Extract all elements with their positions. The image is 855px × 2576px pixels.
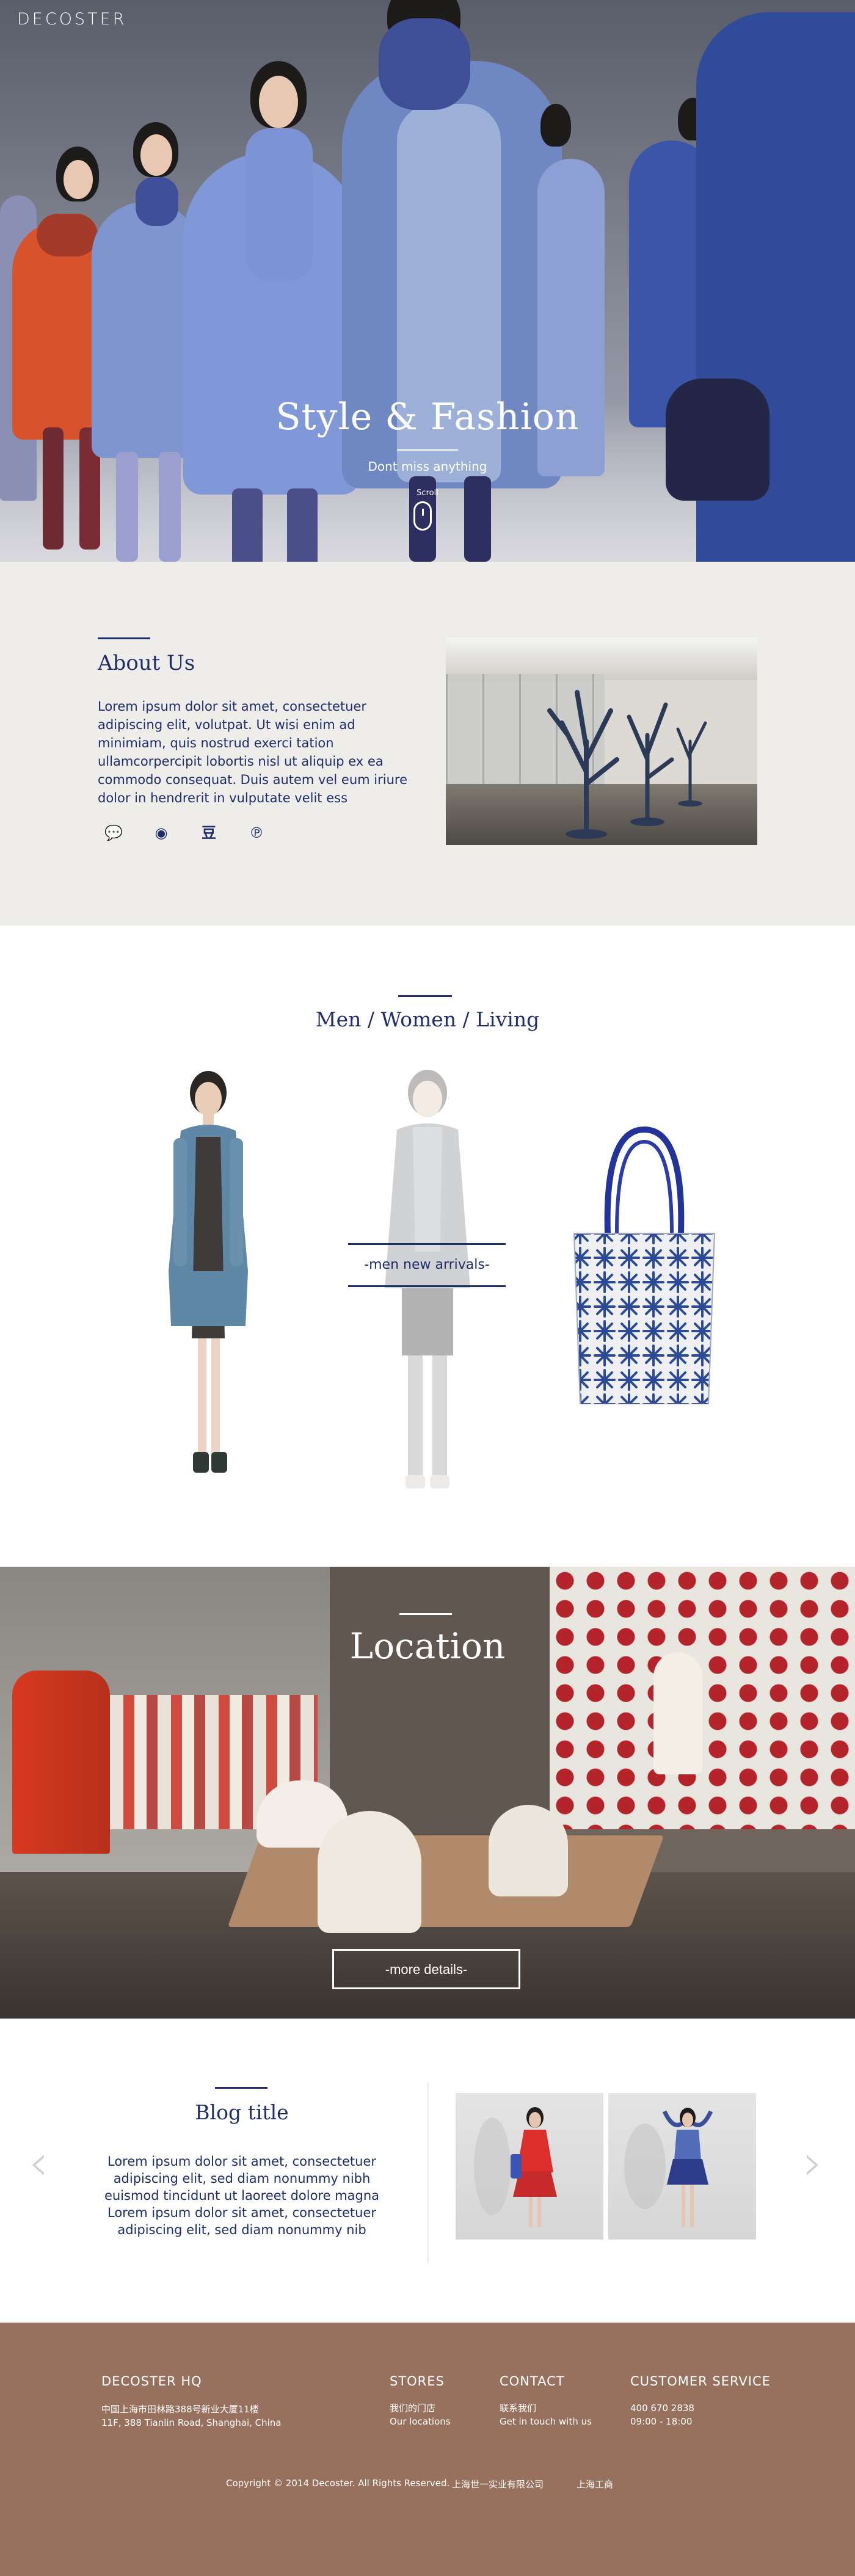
showroom-photo bbox=[446, 637, 757, 845]
blog-image[interactable] bbox=[456, 2093, 603, 2240]
model-scarf bbox=[136, 177, 178, 226]
about-title: About Us bbox=[98, 651, 195, 675]
model-scarf bbox=[246, 128, 313, 281]
mannequin bbox=[653, 1652, 702, 1774]
living-product[interactable] bbox=[568, 1123, 721, 1405]
model-leg bbox=[232, 488, 263, 562]
women-model-image bbox=[169, 1071, 248, 1473]
clothing-rack-left bbox=[12, 1671, 110, 1854]
footer-stores-title[interactable]: STORES bbox=[390, 2374, 445, 2389]
location-section: Location -more details- bbox=[0, 1567, 855, 2019]
polka-dot-wall bbox=[550, 1567, 855, 1829]
footer-stores-link-cn[interactable]: 我们的门店 bbox=[390, 2402, 435, 2415]
men-arrivals-label[interactable]: -men new arrivals- bbox=[348, 1243, 506, 1287]
hero-banner: DECOSTER Style & Fashion Dont miss anyth… bbox=[0, 0, 855, 562]
footer-service-phone: 400 670 2838 bbox=[630, 2403, 694, 2414]
chevron-left-icon[interactable]: ‹ bbox=[23, 2136, 54, 2191]
footer-copyright: Copyright © 2014 Decoster. All Rights Re… bbox=[226, 2478, 450, 2489]
site-footer: DECOSTER HQ 中国上海市田林路388号新业大厦11楼 11F, 388… bbox=[0, 2323, 855, 2576]
footer-stores-link-en[interactable]: Our locations bbox=[390, 2415, 451, 2428]
location-title: Location bbox=[349, 1625, 506, 1667]
model-face bbox=[64, 160, 93, 199]
footer-address-en: 11F, 388 Tianlin Road, Shanghai, China bbox=[101, 2417, 282, 2428]
model-face bbox=[259, 76, 298, 128]
footer-service-title: CUSTOMER SERVICE bbox=[630, 2374, 771, 2389]
footer-contact-link-cn[interactable]: 联系我们 bbox=[500, 2402, 536, 2415]
footer-icp-link[interactable]: 上海工商 bbox=[577, 2478, 613, 2491]
white-chair bbox=[318, 1811, 421, 1933]
blog-image[interactable] bbox=[608, 2093, 756, 2240]
white-chair bbox=[489, 1805, 568, 1896]
women-product[interactable] bbox=[144, 1070, 272, 1497]
blog-excerpt: Lorem ipsum dolor sit amet, consectetuer… bbox=[104, 2154, 380, 2237]
hero-subtitle: Dont miss anything bbox=[368, 459, 487, 474]
scroll-down-icon[interactable] bbox=[413, 501, 432, 531]
location-divider bbox=[399, 1613, 452, 1615]
model-scarf bbox=[379, 18, 470, 110]
footer-contact-title[interactable]: CONTACT bbox=[500, 2374, 565, 2389]
tote-bag-image bbox=[573, 1126, 716, 1405]
model-hair bbox=[540, 104, 571, 147]
weibo-icon[interactable]: ◉ bbox=[149, 821, 173, 845]
douban-icon[interactable]: 豆 bbox=[197, 821, 221, 845]
footer-contact-link-en[interactable]: Get in touch with us bbox=[500, 2415, 592, 2428]
footer-company-link[interactable]: 上海世一实业有限公司 bbox=[452, 2478, 544, 2491]
model-leg bbox=[287, 488, 318, 562]
brand-logo[interactable]: DECOSTER bbox=[17, 10, 126, 29]
wechat-icon[interactable]: 💬 bbox=[101, 821, 126, 845]
blog-model-blue-image bbox=[624, 2108, 713, 2227]
hero-divider bbox=[397, 449, 458, 451]
footer-service-hours: 09:00 - 18:00 bbox=[630, 2416, 693, 2427]
pinterest-icon[interactable]: ℗ bbox=[244, 821, 269, 845]
runway-model bbox=[37, 214, 98, 256]
footer-hq-title: DECOSTER HQ bbox=[101, 2374, 202, 2389]
display-table bbox=[227, 1835, 664, 1927]
more-details-button[interactable]: -more details- bbox=[332, 1949, 520, 1989]
collection-title: Men / Women / Living bbox=[315, 1007, 540, 1031]
footer-address-cn: 中国上海市田林路388号新业大厦11楼 bbox=[101, 2404, 259, 2415]
blog-model-red-image bbox=[474, 2107, 557, 2227]
about-text: Lorem ipsum dolor sit amet, consectetuer… bbox=[98, 699, 407, 805]
model-face bbox=[140, 134, 172, 176]
blog-divider bbox=[215, 2087, 267, 2089]
tree-sculpture bbox=[547, 690, 707, 839]
about-divider bbox=[98, 637, 150, 639]
collection-divider bbox=[398, 995, 452, 997]
hero-title: Style & Fashion bbox=[275, 396, 580, 438]
about-section: About Us Lorem ipsum dolor sit amet, con… bbox=[0, 562, 855, 926]
blog-title[interactable]: Blog title bbox=[120, 2100, 364, 2124]
blog-separator bbox=[428, 2082, 429, 2263]
scroll-label: Scroll bbox=[417, 488, 438, 498]
chevron-right-icon[interactable]: › bbox=[798, 2136, 828, 2191]
